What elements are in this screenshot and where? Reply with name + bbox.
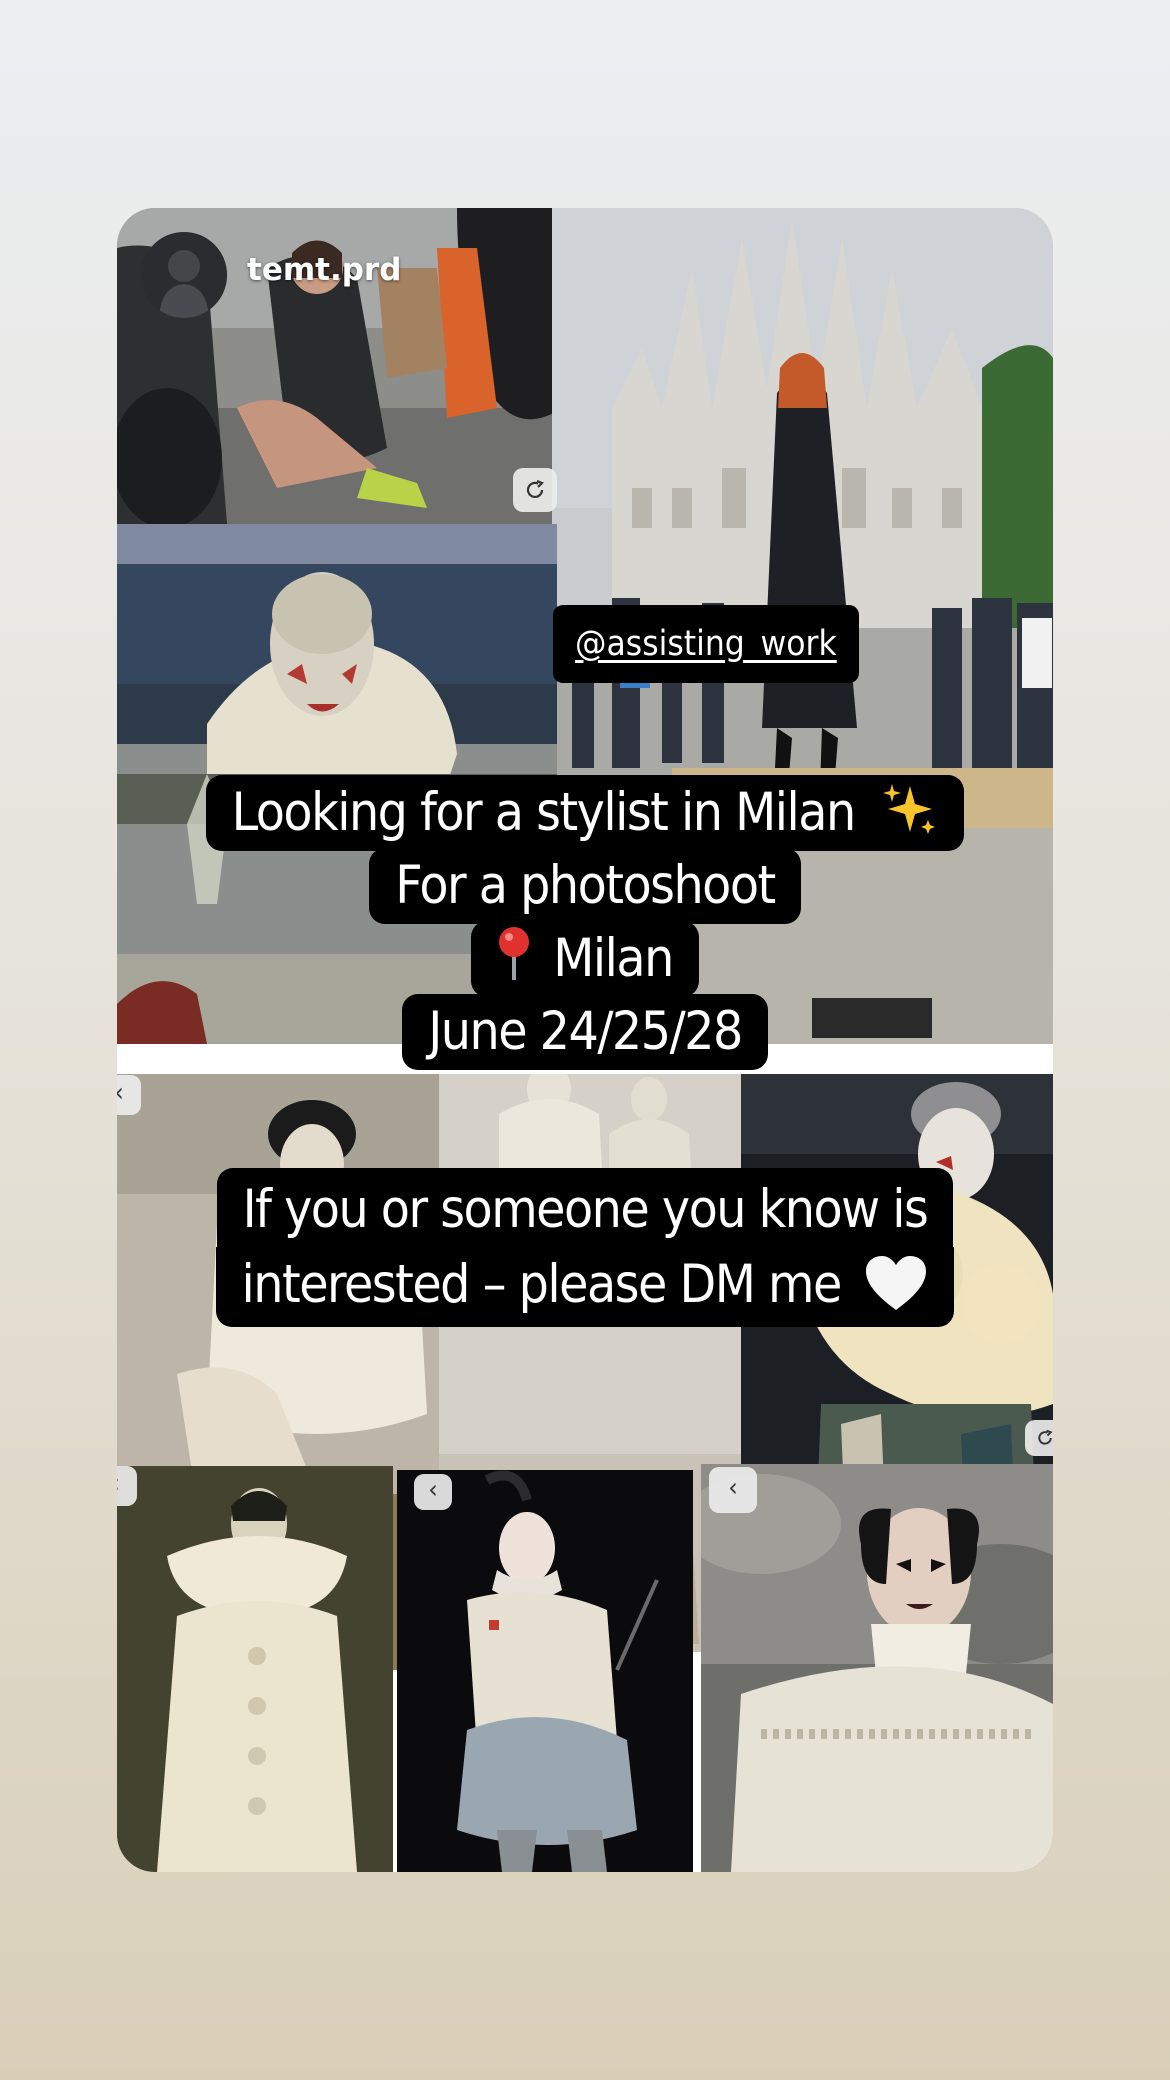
- mention-sticker[interactable]: @assisting_work: [553, 605, 859, 683]
- round-pushpin-icon: [499, 927, 530, 980]
- caption-main: Looking for a stylist in Milan For a pho…: [117, 775, 1053, 1070]
- tile-nav-left-4[interactable]: ‹: [709, 1467, 757, 1513]
- caption-line-3: Milan: [471, 921, 699, 997]
- photo-ruff-portrait: [701, 1464, 1053, 1872]
- tile-refresh-2[interactable]: [1025, 1420, 1053, 1456]
- caption2-line-1: If you or someone you know is: [216, 1168, 954, 1248]
- caption2-line-2-text: interested – please DM me: [241, 1254, 843, 1315]
- refresh-icon: [1038, 1429, 1053, 1445]
- tile-refresh-1[interactable]: [513, 468, 557, 512]
- caption-secondary: If you or someone you know is interested…: [117, 1168, 1053, 1327]
- white-heart-icon: [866, 1256, 927, 1310]
- photo-vintage-pierrot: [117, 1466, 393, 1872]
- refresh-icon: [526, 479, 544, 499]
- caption2-line-2: interested – please DM me: [215, 1247, 955, 1327]
- caption-line-1-text: Looking for a stylist in Milan: [231, 782, 857, 843]
- photo-doll-pierrot: [397, 1470, 693, 1872]
- story-collage-card: ‹ ‹ ‹ ‹ temt.prd @assisting_work Looking…: [117, 208, 1053, 1872]
- avatar[interactable]: [141, 232, 227, 318]
- caption-line-2: For a photoshoot: [369, 848, 801, 924]
- chevron-left-icon: ‹: [728, 1473, 738, 1503]
- caption-line-4: June 24/25/28: [402, 994, 768, 1070]
- mention-text: @assisting_work: [575, 624, 837, 664]
- tile-nav-left-1[interactable]: ‹: [117, 1075, 141, 1115]
- caption-line-1: Looking for a stylist in Milan: [205, 775, 965, 851]
- chevron-left-icon: ‹: [117, 1471, 120, 1497]
- chevron-left-icon: ‹: [117, 1080, 124, 1106]
- chevron-left-icon: ‹: [428, 1475, 438, 1505]
- tile-nav-left-2[interactable]: ‹: [117, 1466, 137, 1506]
- caption-line-3-text: Milan: [553, 928, 674, 989]
- username[interactable]: temt.prd: [247, 252, 401, 288]
- sparkles-icon: [883, 784, 936, 834]
- tile-nav-left-3[interactable]: ‹: [414, 1474, 452, 1510]
